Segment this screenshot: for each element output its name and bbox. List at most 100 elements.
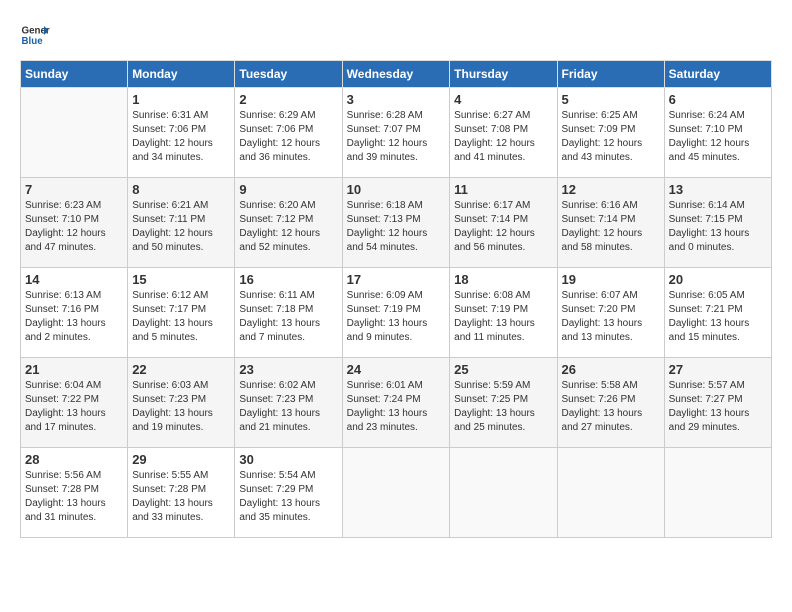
day-info: Sunrise: 5:58 AMSunset: 7:26 PMDaylight:…: [562, 379, 660, 435]
calendar-cell: [664, 448, 771, 538]
day-number: 8: [132, 182, 230, 197]
day-info: Sunrise: 6:04 AMSunset: 7:22 PMDaylight:…: [25, 379, 123, 435]
day-info: Sunrise: 6:17 AMSunset: 7:14 PMDaylight:…: [454, 199, 552, 255]
calendar-cell: 12 Sunrise: 6:16 AMSunset: 7:14 PMDaylig…: [557, 178, 664, 268]
day-number: 14: [25, 272, 123, 287]
calendar-cell: 10 Sunrise: 6:18 AMSunset: 7:13 PMDaylig…: [342, 178, 450, 268]
calendar-header-wednesday: Wednesday: [342, 61, 450, 88]
day-info: Sunrise: 6:02 AMSunset: 7:23 PMDaylight:…: [239, 379, 337, 435]
day-number: 1: [132, 92, 230, 107]
calendar-cell: 14 Sunrise: 6:13 AMSunset: 7:16 PMDaylig…: [21, 268, 128, 358]
calendar-cell: [342, 448, 450, 538]
logo: General Blue: [20, 20, 50, 50]
day-info: Sunrise: 6:23 AMSunset: 7:10 PMDaylight:…: [25, 199, 123, 255]
calendar-cell: 18 Sunrise: 6:08 AMSunset: 7:19 PMDaylig…: [450, 268, 557, 358]
day-number: 10: [347, 182, 446, 197]
calendar-cell: 23 Sunrise: 6:02 AMSunset: 7:23 PMDaylig…: [235, 358, 342, 448]
day-info: Sunrise: 6:21 AMSunset: 7:11 PMDaylight:…: [132, 199, 230, 255]
day-number: 22: [132, 362, 230, 377]
day-number: 11: [454, 182, 552, 197]
calendar-cell: 26 Sunrise: 5:58 AMSunset: 7:26 PMDaylig…: [557, 358, 664, 448]
calendar-cell: 3 Sunrise: 6:28 AMSunset: 7:07 PMDayligh…: [342, 88, 450, 178]
calendar-cell: 27 Sunrise: 5:57 AMSunset: 7:27 PMDaylig…: [664, 358, 771, 448]
day-info: Sunrise: 6:09 AMSunset: 7:19 PMDaylight:…: [347, 289, 446, 345]
day-info: Sunrise: 6:18 AMSunset: 7:13 PMDaylight:…: [347, 199, 446, 255]
calendar-cell: 17 Sunrise: 6:09 AMSunset: 7:19 PMDaylig…: [342, 268, 450, 358]
day-info: Sunrise: 6:24 AMSunset: 7:10 PMDaylight:…: [669, 109, 767, 165]
day-info: Sunrise: 6:16 AMSunset: 7:14 PMDaylight:…: [562, 199, 660, 255]
day-number: 7: [25, 182, 123, 197]
day-info: Sunrise: 6:08 AMSunset: 7:19 PMDaylight:…: [454, 289, 552, 345]
day-number: 18: [454, 272, 552, 287]
calendar-cell: 11 Sunrise: 6:17 AMSunset: 7:14 PMDaylig…: [450, 178, 557, 268]
day-number: 9: [239, 182, 337, 197]
calendar-cell: 6 Sunrise: 6:24 AMSunset: 7:10 PMDayligh…: [664, 88, 771, 178]
day-info: Sunrise: 5:59 AMSunset: 7:25 PMDaylight:…: [454, 379, 552, 435]
day-info: Sunrise: 6:07 AMSunset: 7:20 PMDaylight:…: [562, 289, 660, 345]
day-info: Sunrise: 6:25 AMSunset: 7:09 PMDaylight:…: [562, 109, 660, 165]
day-number: 21: [25, 362, 123, 377]
logo-icon: General Blue: [20, 20, 50, 50]
day-number: 17: [347, 272, 446, 287]
day-info: Sunrise: 6:27 AMSunset: 7:08 PMDaylight:…: [454, 109, 552, 165]
day-info: Sunrise: 6:05 AMSunset: 7:21 PMDaylight:…: [669, 289, 767, 345]
calendar-header-sunday: Sunday: [21, 61, 128, 88]
day-number: 20: [669, 272, 767, 287]
day-info: Sunrise: 5:57 AMSunset: 7:27 PMDaylight:…: [669, 379, 767, 435]
day-number: 26: [562, 362, 660, 377]
day-info: Sunrise: 6:12 AMSunset: 7:17 PMDaylight:…: [132, 289, 230, 345]
day-number: 25: [454, 362, 552, 377]
calendar-cell: 29 Sunrise: 5:55 AMSunset: 7:28 PMDaylig…: [128, 448, 235, 538]
calendar-header-saturday: Saturday: [664, 61, 771, 88]
day-number: 12: [562, 182, 660, 197]
day-info: Sunrise: 6:28 AMSunset: 7:07 PMDaylight:…: [347, 109, 446, 165]
day-info: Sunrise: 6:03 AMSunset: 7:23 PMDaylight:…: [132, 379, 230, 435]
calendar-table: SundayMondayTuesdayWednesdayThursdayFrid…: [20, 60, 772, 538]
day-info: Sunrise: 6:01 AMSunset: 7:24 PMDaylight:…: [347, 379, 446, 435]
calendar-cell: 7 Sunrise: 6:23 AMSunset: 7:10 PMDayligh…: [21, 178, 128, 268]
day-number: 5: [562, 92, 660, 107]
calendar-week-4: 21 Sunrise: 6:04 AMSunset: 7:22 PMDaylig…: [21, 358, 772, 448]
day-info: Sunrise: 5:55 AMSunset: 7:28 PMDaylight:…: [132, 469, 230, 525]
day-info: Sunrise: 5:54 AMSunset: 7:29 PMDaylight:…: [239, 469, 337, 525]
calendar-week-5: 28 Sunrise: 5:56 AMSunset: 7:28 PMDaylig…: [21, 448, 772, 538]
calendar-cell: 8 Sunrise: 6:21 AMSunset: 7:11 PMDayligh…: [128, 178, 235, 268]
svg-text:Blue: Blue: [22, 36, 44, 47]
day-number: 19: [562, 272, 660, 287]
calendar-header-row: SundayMondayTuesdayWednesdayThursdayFrid…: [21, 61, 772, 88]
calendar-cell: 15 Sunrise: 6:12 AMSunset: 7:17 PMDaylig…: [128, 268, 235, 358]
calendar-header-tuesday: Tuesday: [235, 61, 342, 88]
calendar-week-1: 1 Sunrise: 6:31 AMSunset: 7:06 PMDayligh…: [21, 88, 772, 178]
calendar-week-2: 7 Sunrise: 6:23 AMSunset: 7:10 PMDayligh…: [21, 178, 772, 268]
calendar-header-thursday: Thursday: [450, 61, 557, 88]
calendar-cell: 16 Sunrise: 6:11 AMSunset: 7:18 PMDaylig…: [235, 268, 342, 358]
day-number: 29: [132, 452, 230, 467]
calendar-cell: [21, 88, 128, 178]
day-number: 4: [454, 92, 552, 107]
calendar-cell: 1 Sunrise: 6:31 AMSunset: 7:06 PMDayligh…: [128, 88, 235, 178]
calendar-cell: [557, 448, 664, 538]
day-info: Sunrise: 6:14 AMSunset: 7:15 PMDaylight:…: [669, 199, 767, 255]
calendar-cell: 22 Sunrise: 6:03 AMSunset: 7:23 PMDaylig…: [128, 358, 235, 448]
day-number: 3: [347, 92, 446, 107]
calendar-cell: 28 Sunrise: 5:56 AMSunset: 7:28 PMDaylig…: [21, 448, 128, 538]
day-info: Sunrise: 6:20 AMSunset: 7:12 PMDaylight:…: [239, 199, 337, 255]
calendar-cell: 9 Sunrise: 6:20 AMSunset: 7:12 PMDayligh…: [235, 178, 342, 268]
day-number: 28: [25, 452, 123, 467]
day-number: 23: [239, 362, 337, 377]
calendar-cell: 24 Sunrise: 6:01 AMSunset: 7:24 PMDaylig…: [342, 358, 450, 448]
day-number: 6: [669, 92, 767, 107]
day-info: Sunrise: 6:31 AMSunset: 7:06 PMDaylight:…: [132, 109, 230, 165]
page-header: General Blue: [20, 20, 772, 50]
day-info: Sunrise: 6:29 AMSunset: 7:06 PMDaylight:…: [239, 109, 337, 165]
day-number: 16: [239, 272, 337, 287]
calendar-cell: 4 Sunrise: 6:27 AMSunset: 7:08 PMDayligh…: [450, 88, 557, 178]
calendar-week-3: 14 Sunrise: 6:13 AMSunset: 7:16 PMDaylig…: [21, 268, 772, 358]
day-number: 24: [347, 362, 446, 377]
calendar-cell: 30 Sunrise: 5:54 AMSunset: 7:29 PMDaylig…: [235, 448, 342, 538]
calendar-header-friday: Friday: [557, 61, 664, 88]
calendar-cell: 13 Sunrise: 6:14 AMSunset: 7:15 PMDaylig…: [664, 178, 771, 268]
day-info: Sunrise: 5:56 AMSunset: 7:28 PMDaylight:…: [25, 469, 123, 525]
calendar-cell: 19 Sunrise: 6:07 AMSunset: 7:20 PMDaylig…: [557, 268, 664, 358]
day-number: 27: [669, 362, 767, 377]
